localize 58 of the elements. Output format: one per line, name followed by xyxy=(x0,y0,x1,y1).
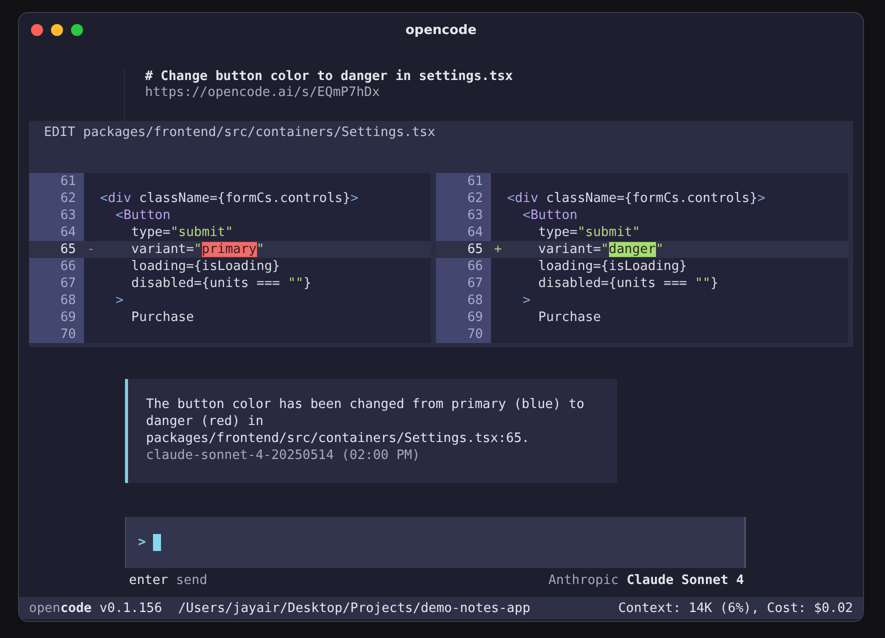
code-line: Purchase xyxy=(130,309,194,326)
line-number: 62 xyxy=(29,190,84,207)
line-number: 69 xyxy=(436,309,491,326)
code-line: loading={isLoading} xyxy=(537,258,688,275)
code-line: variant="primary" xyxy=(130,241,264,258)
code-line: variant="danger" xyxy=(537,241,664,258)
window-title: opencode xyxy=(405,22,477,38)
line-number: 64 xyxy=(436,224,491,241)
code-line: > xyxy=(114,292,124,309)
line-number: 63 xyxy=(436,207,491,224)
zoom-button[interactable] xyxy=(71,24,83,36)
line-number: 63 xyxy=(29,207,84,224)
line-number: 68 xyxy=(29,292,84,309)
session-title: # Change button color to danger in settings.tsx xyxy=(145,69,513,84)
line-number: 69 xyxy=(29,309,84,326)
message-text: packages/frontend/src/containers/Settings.tsx:65. xyxy=(146,430,531,447)
code-line: type="submit" xyxy=(537,224,640,241)
model-label[interactable]: Anthropic Claude Sonnet 4 xyxy=(548,572,744,588)
edit-header: EDIT packages/frontend/src/containers/Settings.tsx xyxy=(43,125,436,142)
code-line: disabled={units === ""} xyxy=(130,275,312,292)
message-text: danger (red) in xyxy=(146,413,264,430)
line-number: 66 xyxy=(436,258,491,275)
text-cursor xyxy=(152,534,161,551)
code-line: > xyxy=(522,292,530,309)
line-number: 67 xyxy=(436,275,491,292)
code-line: <Button xyxy=(522,207,578,224)
usage-text: Context: 14K (6%), Cost: $0.02 xyxy=(618,600,853,616)
line-number: 66 xyxy=(29,258,84,275)
diff-marker: - xyxy=(87,242,95,257)
close-button[interactable] xyxy=(31,24,43,36)
line-number: 61 xyxy=(29,173,84,190)
line-number: 64 xyxy=(29,224,84,241)
line-number: 70 xyxy=(436,326,491,343)
app-brand: opencode xyxy=(29,600,92,616)
code-line: <div className={formCs.controls}> xyxy=(100,190,358,207)
message-text: The button color has been changed from primary (blue) to xyxy=(146,396,586,413)
diff-marker: + xyxy=(494,242,502,257)
code-line: <div className={formCs.controls}> xyxy=(507,190,766,207)
line-number: 65 xyxy=(466,241,484,258)
prompt-symbol: > xyxy=(138,535,146,550)
session-link[interactable]: https://opencode.ai/s/EQmP7hDx xyxy=(145,85,380,100)
code-line: <Button xyxy=(114,207,170,224)
line-number: 62 xyxy=(436,190,491,207)
project-path: /Users/jayair/Desktop/Projects/demo-notes-app xyxy=(178,600,530,616)
minimize-button[interactable] xyxy=(51,24,63,36)
code-line: type="submit" xyxy=(130,224,234,241)
prompt-input[interactable]: > xyxy=(125,517,746,568)
line-number: 65 xyxy=(59,241,77,258)
version-text: v0.1.156 xyxy=(98,600,162,616)
line-number: 61 xyxy=(436,173,491,190)
line-number: 68 xyxy=(436,292,491,309)
line-number: 70 xyxy=(29,326,84,343)
code-line: Purchase xyxy=(537,309,601,326)
send-hint: enter send xyxy=(129,572,208,588)
code-line: loading={isLoading} xyxy=(130,258,280,275)
line-number: 67 xyxy=(29,275,84,292)
code-line: disabled={units === ""} xyxy=(537,275,718,292)
message-meta: claude-sonnet-4-20250514 (02:00 PM) xyxy=(146,447,421,464)
